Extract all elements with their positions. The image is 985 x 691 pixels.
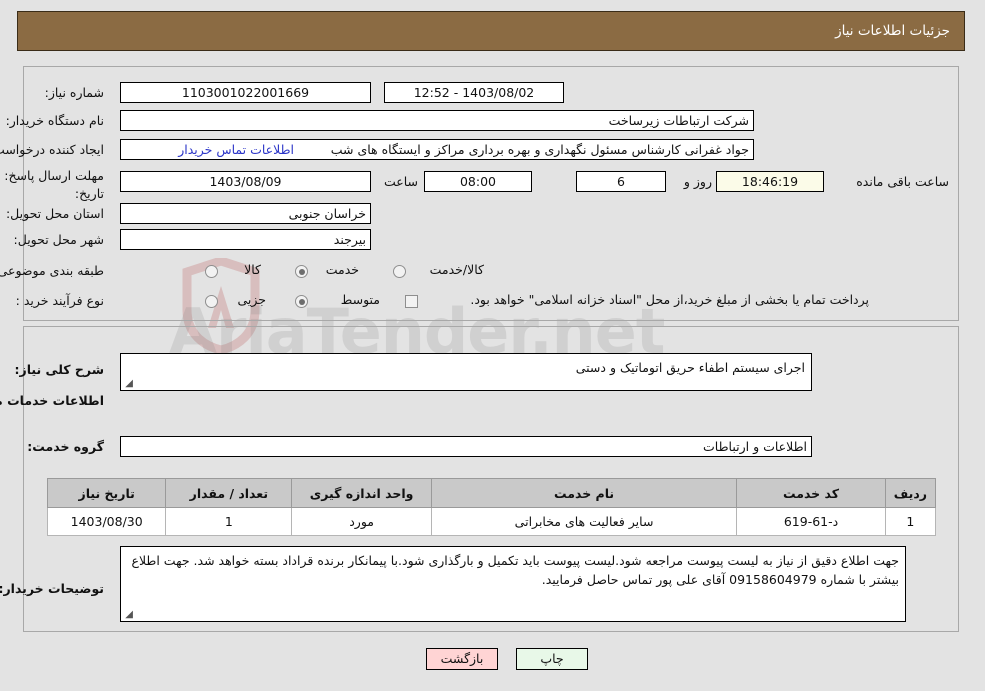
need-summary-label: شرح کلی نیاز: [15,362,105,377]
buyer-notes-textarea[interactable]: جهت اطلاع دقیق از نیاز به لیست پیوست مرا… [121,546,907,622]
delivery-city-value: بیرجند [121,229,372,250]
delivery-city-label: شهر محل تحویل: [14,232,105,247]
need-number-value: 1103001022001669 [121,82,372,103]
page-title: جزئیات اطلاعات نیاز [836,23,951,39]
deadline-date-value: 1403/08/09 [121,171,372,192]
col-header-need-date: تاریخ نیاز [47,478,168,508]
buyer-notes-label: توضیحات خریدار: [0,581,105,596]
cell-service-code: د-61-619 [737,507,887,536]
subject-category-label: طبقه بندی موضوعی: [0,263,105,278]
service-group-label: گروه خدمت: [28,439,105,454]
need-info-panel [24,66,960,321]
cell-quantity: 1 [166,507,294,536]
resize-grip-icon[interactable]: ◢ [124,379,134,389]
buyer-organization-label: نام دستگاه خریدار: [6,113,105,128]
radio-process-1-label: متوسط [341,292,381,307]
buyer-organization-value: شرکت ارتباطات زیرساخت [121,110,755,131]
radio-category-2[interactable] [394,265,407,278]
col-header-service-code: کد خدمت [737,478,887,508]
delivery-province-value: خراسان جنوبی [121,203,372,224]
cell-unit: مورد [292,507,433,536]
radio-category-1[interactable] [296,265,309,278]
resize-grip-icon[interactable]: ◢ [124,610,134,620]
page-header-bar: جزئیات اطلاعات نیاز [18,11,966,51]
col-header-row-no: ردیف [885,478,938,508]
service-group-value: اطلاعات و ارتباطات [121,436,813,457]
buyer-contact-link[interactable]: اطلاعات تماس خریدار [179,142,295,157]
col-header-quantity: تعداد / مقدار [166,478,294,508]
request-creator-label: ایجاد کننده درخواست: [0,142,105,157]
deadline-label-line2: تاریخ: [75,186,105,201]
treasury-bond-text: پرداخت تمام یا بخشی از مبلغ خرید،از محل … [471,292,870,307]
print-button[interactable]: چاپ [517,648,589,670]
treasury-bond-checkbox[interactable] [406,295,419,308]
remaining-days-value: 6 [577,171,667,192]
radio-process-1[interactable] [296,295,309,308]
countdown-timer-value: 18:46:19 [717,171,825,192]
radio-process-0[interactable] [206,295,219,308]
need-summary-value: اجرای سیستم اطفاء حریق اتوماتیک و دستی [576,360,806,375]
delivery-province-label: استان محل تحویل: [6,206,105,221]
deadline-label-line1: مهلت ارسال پاسخ: تا [0,168,105,183]
purchase-process-label: نوع فرآیند خرید : [16,293,105,308]
need-summary-textarea[interactable]: اجرای سیستم اطفاء حریق اتوماتیک و دستی ◢ [121,353,813,391]
services-table: ردیف کد خدمت نام خدمت واحد اندازه گیری ت… [47,478,938,536]
back-button[interactable]: بازگشت [427,648,499,670]
need-number-label: شماره نیاز: [45,85,105,100]
radio-category-0-label: کالا [245,262,262,277]
deadline-time-label: ساعت [384,174,419,189]
radio-category-2-label: کالا/خدمت [430,262,485,277]
deadline-time-value: 08:00 [425,171,533,192]
table-row: 1 د-61-619 سایر فعالیت های مخابراتی مورد… [47,507,938,536]
buyer-notes-value: جهت اطلاع دقیق از نیاز به لیست پیوست مرا… [132,553,901,587]
services-section-heading: اطلاعات خدمات مورد نیاز [0,393,105,408]
radio-category-0[interactable] [206,265,219,278]
table-header-row: ردیف کد خدمت نام خدمت واحد اندازه گیری ت… [47,478,938,508]
days-and-label: روز و [684,174,713,189]
radio-category-1-label: خدمت [326,262,360,277]
cell-service-name: سایر فعالیت های مخابراتی [431,507,739,536]
cell-need-date: 1403/08/30 [47,507,168,536]
announcement-datetime-value: 1403/08/02 - 12:52 [385,82,565,103]
col-header-service-name: نام خدمت [431,478,739,508]
remaining-time-label: ساعت باقی مانده [857,174,950,189]
col-header-unit: واحد اندازه گیری [292,478,433,508]
cell-row-no: 1 [885,507,938,536]
radio-process-0-label: جزیی [238,292,267,307]
